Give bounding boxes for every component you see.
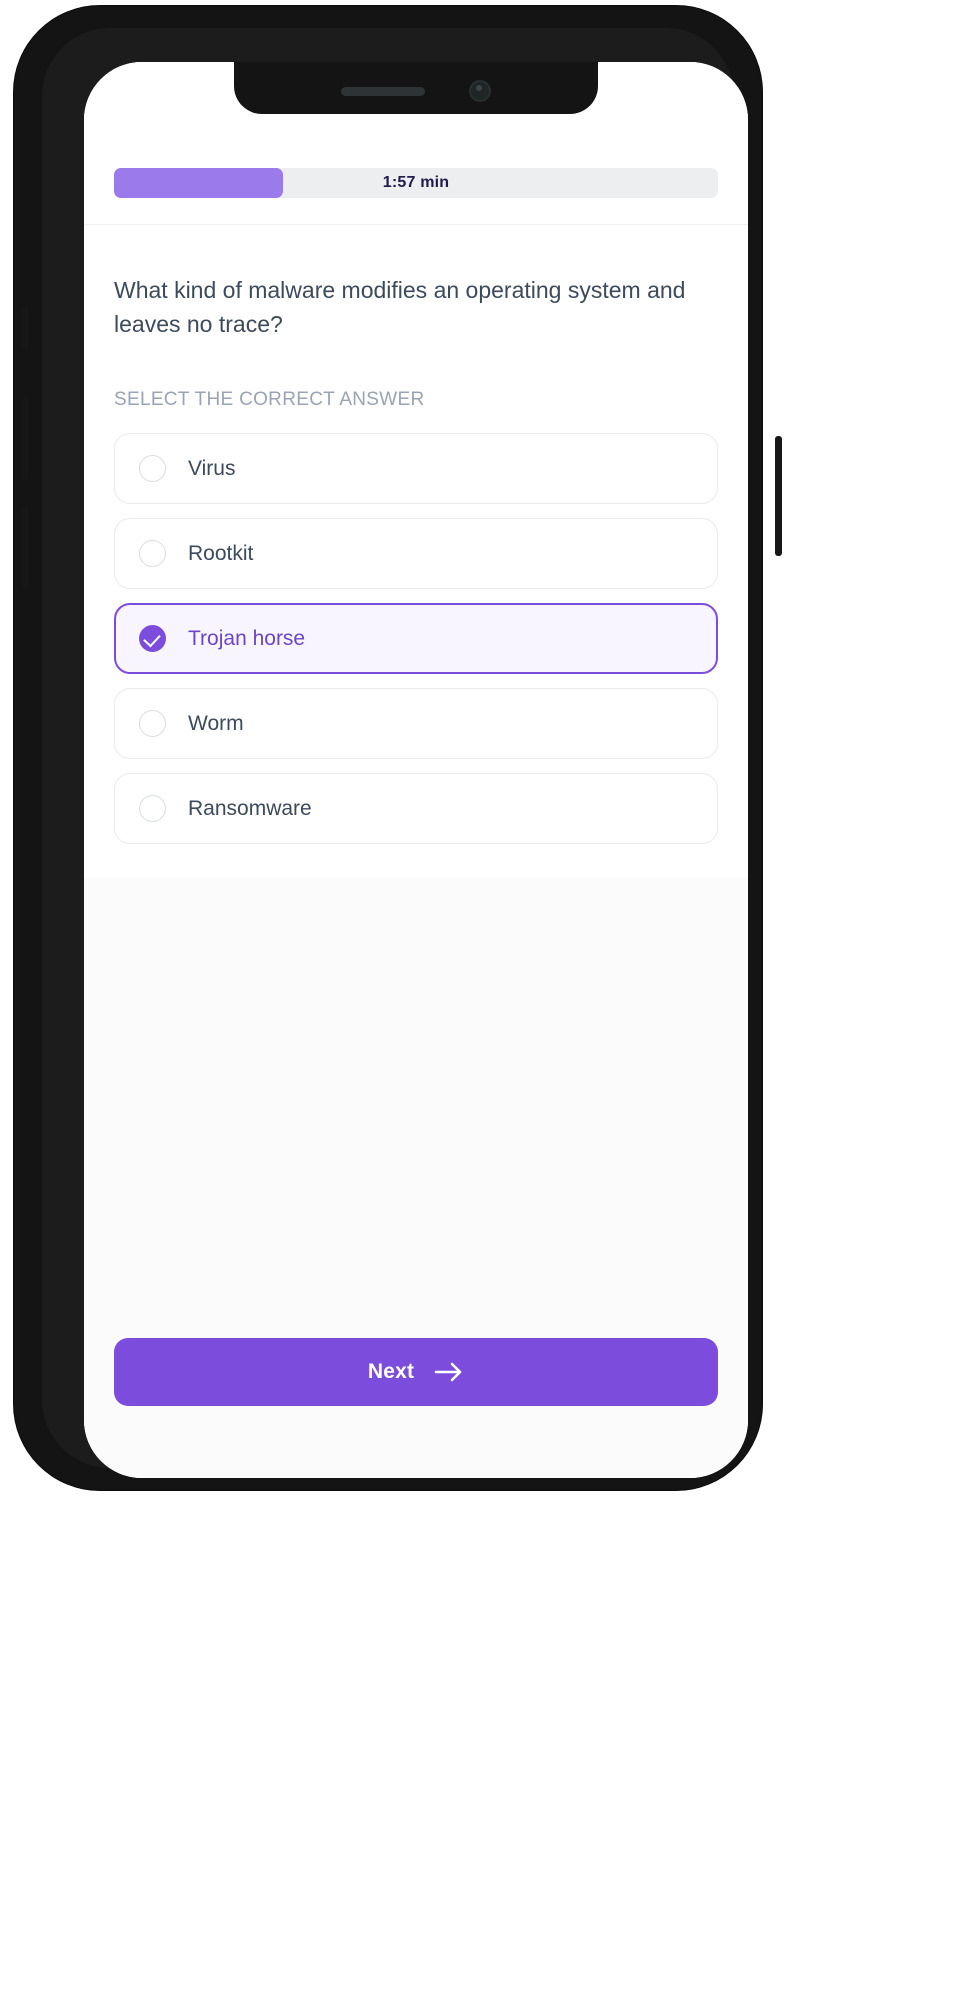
check-circle-icon bbox=[139, 625, 166, 652]
answer-option-label: Worm bbox=[188, 711, 244, 735]
answer-option-label: Rootkit bbox=[188, 541, 254, 565]
timer-label: 1:57 min bbox=[382, 174, 450, 191]
answer-option-label: Virus bbox=[188, 456, 236, 480]
power-button[interactable] bbox=[775, 436, 782, 556]
quiz-progress-bar: 1:57 min bbox=[114, 168, 718, 198]
answer-option-label: Ransomware bbox=[188, 796, 312, 820]
radio-icon bbox=[139, 540, 166, 567]
phone-screen: 1:57 min What kind of malware modifies a… bbox=[84, 62, 748, 1478]
speaker-grille-icon bbox=[341, 86, 425, 96]
arrow-right-icon bbox=[434, 1361, 464, 1383]
quiz-card: 1:57 min What kind of malware modifies a… bbox=[84, 62, 748, 878]
answer-option-trojan-horse[interactable]: Trojan horse bbox=[114, 603, 718, 674]
front-camera-icon bbox=[469, 80, 491, 102]
answers-heading: SELECT THE CORRECT ANSWER bbox=[114, 389, 425, 410]
quiz-screen: 1:57 min What kind of malware modifies a… bbox=[84, 62, 748, 1478]
next-button-label: Next bbox=[367, 1360, 415, 1383]
volume-down-button[interactable] bbox=[22, 506, 29, 588]
silent-switch[interactable] bbox=[22, 306, 29, 350]
answer-option-ransomware[interactable]: Ransomware bbox=[114, 773, 718, 844]
radio-icon bbox=[139, 455, 166, 482]
quiz-footer: Next bbox=[84, 1338, 748, 1478]
answer-option-virus[interactable]: Virus bbox=[114, 433, 718, 504]
answer-option-label: Trojan horse bbox=[188, 626, 306, 650]
answer-option-rootkit[interactable]: Rootkit bbox=[114, 518, 718, 589]
question-text: What kind of malware modifies an operati… bbox=[114, 277, 686, 337]
volume-up-button[interactable] bbox=[22, 398, 29, 480]
next-button[interactable]: Next bbox=[114, 1338, 718, 1406]
answer-options-list: Virus Rootkit Trojan horse Worm Ransomwa… bbox=[84, 411, 748, 844]
screen-empty-space bbox=[84, 878, 748, 1338]
radio-icon bbox=[139, 795, 166, 822]
phone-notch bbox=[234, 62, 598, 114]
answer-option-worm[interactable]: Worm bbox=[114, 688, 718, 759]
quiz-progress-fill bbox=[114, 168, 284, 198]
phone-bezel: 1:57 min What kind of malware modifies a… bbox=[42, 28, 748, 1478]
radio-icon bbox=[139, 710, 166, 737]
question-section: What kind of malware modifies an operati… bbox=[84, 225, 748, 341]
phone-device-frame: 1:57 min What kind of malware modifies a… bbox=[14, 6, 782, 1490]
